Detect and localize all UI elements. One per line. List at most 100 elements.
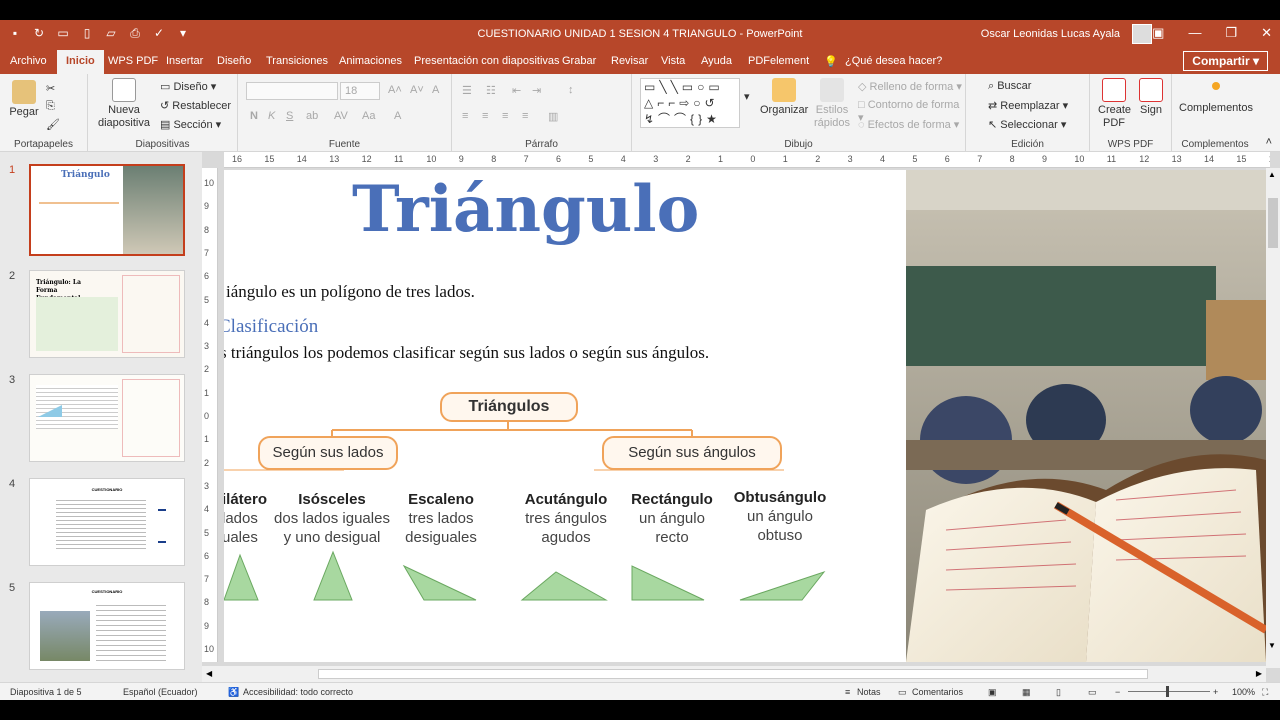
- layout-button[interactable]: ▭ Diseño ▾: [160, 80, 216, 93]
- font-family-select[interactable]: [246, 82, 338, 100]
- bold-button[interactable]: N: [250, 110, 258, 122]
- normal-view-icon[interactable]: ▣: [988, 687, 997, 698]
- scroll-down-icon[interactable]: ▼: [1268, 641, 1276, 650]
- slide-thumbnail-3[interactable]: [29, 374, 185, 462]
- new-slide-button[interactable]: Nueva diapositiva: [94, 78, 154, 130]
- slideshow-icon[interactable]: ▭: [1088, 687, 1097, 698]
- bullets-icon[interactable]: ☰: [462, 84, 472, 97]
- indent-decrease-icon[interactable]: ⇤: [512, 84, 521, 97]
- angulos-box[interactable]: Según sus ángulos: [602, 436, 782, 470]
- language-indicator[interactable]: Español (Ecuador): [123, 687, 198, 697]
- vertical-scroll-thumb[interactable]: [1268, 198, 1278, 248]
- ribbon-display-icon[interactable]: ▣: [1152, 25, 1164, 41]
- align-left-icon[interactable]: ≡: [462, 110, 468, 122]
- tab-grabar[interactable]: Grabar: [562, 55, 596, 67]
- comments-button[interactable]: Comentarios: [912, 687, 963, 697]
- sign-button[interactable]: Sign: [1136, 78, 1166, 116]
- tab-pdfelement[interactable]: PDFelement: [748, 55, 809, 67]
- create-pdf-button[interactable]: Create PDF: [1098, 78, 1131, 130]
- section-button[interactable]: ▤ Sección ▾: [160, 118, 221, 131]
- zoom-out-icon[interactable]: −: [1115, 687, 1120, 697]
- tab-diseno[interactable]: Diseño: [217, 55, 251, 67]
- classification-text[interactable]: s triángulos los podemos clasificar segú…: [224, 343, 709, 363]
- tab-wps-pdf[interactable]: WPS PDF: [108, 55, 158, 67]
- quick-styles-button[interactable]: Estilos rápidos: [812, 78, 852, 130]
- spacing-icon[interactable]: AV: [334, 110, 348, 122]
- tab-inicio[interactable]: Inicio: [57, 50, 104, 74]
- slide-thumbnail-5[interactable]: CUESTIONARIO: [29, 582, 185, 670]
- horizontal-scroll-thumb[interactable]: [318, 669, 1148, 679]
- triangulos-box[interactable]: Triángulos: [440, 392, 578, 422]
- shrink-font-icon[interactable]: A˅: [410, 84, 424, 96]
- scroll-up-icon[interactable]: ▲: [1268, 170, 1276, 179]
- font-size-select[interactable]: 18: [340, 82, 380, 100]
- tab-transiciones[interactable]: Transiciones: [266, 55, 328, 67]
- maximize-icon[interactable]: ❐: [1225, 25, 1237, 41]
- font-color-icon[interactable]: A: [394, 110, 401, 122]
- slide-sorter-icon[interactable]: ▦: [1022, 687, 1031, 698]
- shape-fill-button[interactable]: ◇ Relleno de forma ▾: [858, 80, 962, 93]
- indent-increase-icon[interactable]: ⇥: [532, 84, 541, 97]
- reading-view-icon[interactable]: ▯: [1056, 687, 1061, 698]
- classroom-photo[interactable]: [906, 170, 1266, 662]
- copy-icon[interactable]: ⎘: [46, 100, 55, 113]
- zoom-slider[interactable]: [1128, 691, 1210, 692]
- slide-title[interactable]: Triángulo: [352, 172, 699, 247]
- slide-thumbnail-4[interactable]: CUESTIONARIO: [29, 478, 185, 566]
- arrange-button[interactable]: Organizar: [760, 78, 808, 116]
- fit-slide-icon[interactable]: ⛶: [1262, 687, 1268, 698]
- justify-icon[interactable]: ≡: [522, 110, 528, 122]
- zoom-slider-thumb[interactable]: [1166, 686, 1169, 697]
- case-icon[interactable]: Aa: [362, 110, 375, 122]
- avatar[interactable]: [1132, 24, 1152, 44]
- zoom-in-icon[interactable]: +: [1213, 687, 1218, 697]
- align-center-icon[interactable]: ≡: [482, 110, 488, 122]
- lados-box[interactable]: Según sus lados: [258, 436, 398, 470]
- tab-vista[interactable]: Vista: [661, 55, 685, 67]
- minimize-icon[interactable]: —: [1188, 25, 1201, 41]
- shapes-gallery[interactable]: ▭╲╲▭○▭ △⌐⌐⇨○↺ ↯⌒⌒{}★: [640, 78, 740, 128]
- align-right-icon[interactable]: ≡: [502, 110, 508, 122]
- italic-button[interactable]: K: [268, 110, 275, 122]
- horizontal-scrollbar[interactable]: ◀ ▶: [202, 666, 1266, 682]
- share-button[interactable]: Compartir ▾: [1183, 51, 1268, 71]
- clear-format-icon[interactable]: A: [432, 84, 439, 96]
- zoom-level[interactable]: 100%: [1232, 687, 1255, 697]
- tab-archivo[interactable]: Archivo: [10, 55, 47, 67]
- scroll-right-icon[interactable]: ▶: [1256, 669, 1262, 678]
- slide-thumbnail-1[interactable]: Triángulo: [29, 164, 185, 256]
- definition-text[interactable]: iángulo es un polígono de tres lados.: [226, 282, 475, 302]
- replace-button[interactable]: ⇄ Reemplazar ▾: [988, 99, 1068, 112]
- cut-icon[interactable]: ✂: [46, 82, 55, 95]
- tab-ayuda[interactable]: Ayuda: [701, 55, 732, 67]
- classification-heading[interactable]: Clasificación: [224, 316, 318, 338]
- underline-button[interactable]: S: [286, 110, 293, 122]
- tab-insertar[interactable]: Insertar: [166, 55, 203, 67]
- gallery-more-icon[interactable]: ▾: [744, 90, 750, 103]
- scroll-left-icon[interactable]: ◀: [206, 669, 212, 678]
- tab-animaciones[interactable]: Animaciones: [339, 55, 402, 67]
- reset-button[interactable]: ↺ Restablecer: [160, 99, 231, 112]
- find-button[interactable]: ⌕ Buscar: [988, 80, 1031, 93]
- columns-icon[interactable]: ▥: [548, 110, 558, 123]
- select-button[interactable]: ↖ Seleccionar ▾: [988, 118, 1066, 131]
- format-painter-icon[interactable]: 🖌: [46, 118, 60, 131]
- strike-icon[interactable]: ab: [306, 110, 318, 122]
- tell-me-search[interactable]: ¿Qué desea hacer?: [845, 55, 942, 67]
- slide-thumbnail-2[interactable]: Triángulo: La Forma Fundamental: [29, 270, 185, 358]
- tab-presentacion[interactable]: Presentación con diapositivas: [414, 55, 560, 67]
- vertical-scrollbar[interactable]: ▲ ▼: [1266, 168, 1280, 668]
- user-name[interactable]: Oscar Leonidas Lucas Ayala: [981, 28, 1120, 40]
- line-spacing-icon[interactable]: ↕: [568, 84, 574, 96]
- notes-button[interactable]: Notas: [857, 687, 881, 697]
- collapse-ribbon-icon[interactable]: ˄: [1266, 136, 1272, 148]
- accessibility-status[interactable]: Accesibilidad: todo correcto: [243, 687, 353, 697]
- grow-font-icon[interactable]: A˄: [388, 84, 402, 96]
- add-ins-button[interactable]: Complementos: [1178, 82, 1254, 114]
- numbering-icon[interactable]: ☷: [486, 84, 496, 97]
- close-icon[interactable]: ✕: [1261, 25, 1272, 41]
- shape-effects-button[interactable]: ◌ Efectos de forma ▾: [858, 118, 959, 131]
- tab-revisar[interactable]: Revisar: [611, 55, 648, 67]
- paste-button[interactable]: Pegar: [8, 80, 40, 118]
- slide-canvas[interactable]: Triángulo iángulo es un polígono de tres…: [224, 170, 1266, 662]
